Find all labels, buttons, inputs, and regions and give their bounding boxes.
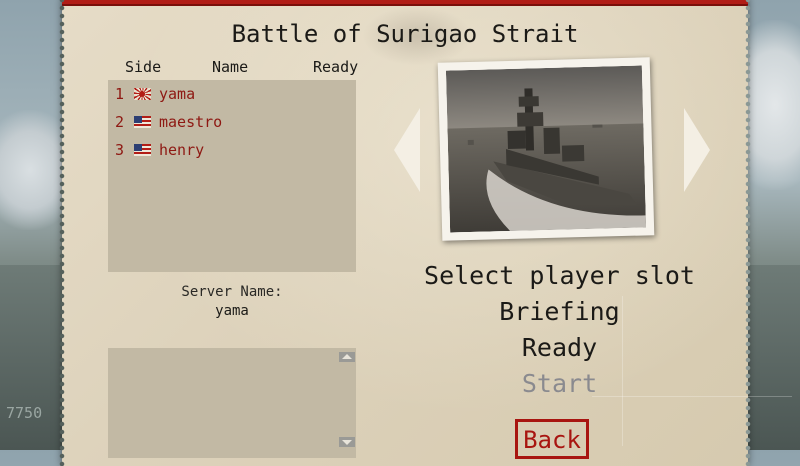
column-header-side: Side (125, 58, 162, 76)
battleship-image (445, 65, 647, 233)
player-number: 3 (115, 141, 125, 159)
previous-scenario-arrow[interactable] (394, 108, 420, 192)
ready-button[interactable]: Ready (422, 333, 697, 362)
player-name: yama (159, 85, 196, 103)
scroll-up-button[interactable] (339, 352, 355, 362)
japan-flag-icon (134, 88, 151, 100)
briefing-button[interactable]: Briefing (422, 297, 697, 326)
scenario-photo (437, 57, 655, 241)
usa-flag-icon (134, 144, 151, 156)
lobby-paper-panel: Battle of Surigao Strait Side Name Ready… (59, 0, 792, 466)
chat-box[interactable] (108, 348, 356, 458)
back-button[interactable]: Back (515, 419, 589, 459)
player-row[interactable]: 2 maestro (108, 108, 356, 136)
background-readout: 7750 (6, 404, 43, 422)
next-scenario-arrow[interactable] (684, 108, 710, 192)
scenario-title: Battle of Surigao Strait (231, 20, 579, 48)
scroll-down-button[interactable] (339, 437, 355, 447)
player-name: henry (159, 141, 205, 159)
start-button[interactable]: Start (422, 369, 697, 398)
player-row[interactable]: 1 yama (108, 80, 356, 108)
player-number: 2 (115, 113, 125, 131)
column-header-ready: Ready (313, 58, 359, 76)
select-player-slot-button[interactable]: Select player slot (422, 261, 697, 290)
server-name-value: yama (215, 303, 249, 319)
player-number: 1 (115, 85, 125, 103)
player-name: maestro (159, 113, 223, 131)
server-name-label: Server Name: (181, 284, 283, 300)
usa-flag-icon (134, 116, 151, 128)
column-header-name: Name (212, 58, 249, 76)
player-row[interactable]: 3 henry (108, 136, 356, 164)
player-list: 1 yama 2 maestro 3 henry (108, 80, 356, 272)
